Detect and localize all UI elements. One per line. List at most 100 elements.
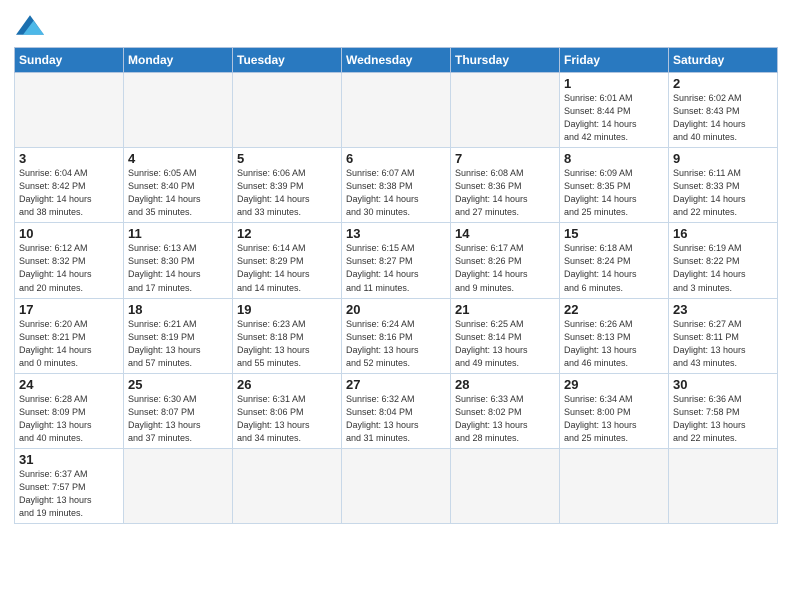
calendar-cell: 17Sunrise: 6:20 AM Sunset: 8:21 PM Dayli… (15, 298, 124, 373)
day-number: 6 (346, 151, 446, 166)
day-info: Sunrise: 6:12 AM Sunset: 8:32 PM Dayligh… (19, 242, 119, 294)
day-info: Sunrise: 6:17 AM Sunset: 8:26 PM Dayligh… (455, 242, 555, 294)
day-number: 28 (455, 377, 555, 392)
calendar-cell: 9Sunrise: 6:11 AM Sunset: 8:33 PM Daylig… (669, 148, 778, 223)
day-info: Sunrise: 6:04 AM Sunset: 8:42 PM Dayligh… (19, 167, 119, 219)
day-info: Sunrise: 6:34 AM Sunset: 8:00 PM Dayligh… (564, 393, 664, 445)
calendar-cell (124, 73, 233, 148)
weekday-friday: Friday (560, 48, 669, 73)
week-row-3: 17Sunrise: 6:20 AM Sunset: 8:21 PM Dayli… (15, 298, 778, 373)
day-number: 8 (564, 151, 664, 166)
day-info: Sunrise: 6:18 AM Sunset: 8:24 PM Dayligh… (564, 242, 664, 294)
day-info: Sunrise: 6:36 AM Sunset: 7:58 PM Dayligh… (673, 393, 773, 445)
week-row-5: 31Sunrise: 6:37 AM Sunset: 7:57 PM Dayli… (15, 448, 778, 523)
day-number: 22 (564, 302, 664, 317)
day-info: Sunrise: 6:02 AM Sunset: 8:43 PM Dayligh… (673, 92, 773, 144)
day-info: Sunrise: 6:24 AM Sunset: 8:16 PM Dayligh… (346, 318, 446, 370)
calendar-cell: 24Sunrise: 6:28 AM Sunset: 8:09 PM Dayli… (15, 373, 124, 448)
calendar-cell: 6Sunrise: 6:07 AM Sunset: 8:38 PM Daylig… (342, 148, 451, 223)
day-number: 27 (346, 377, 446, 392)
day-info: Sunrise: 6:13 AM Sunset: 8:30 PM Dayligh… (128, 242, 228, 294)
day-info: Sunrise: 6:11 AM Sunset: 8:33 PM Dayligh… (673, 167, 773, 219)
day-info: Sunrise: 6:19 AM Sunset: 8:22 PM Dayligh… (673, 242, 773, 294)
calendar-cell (124, 448, 233, 523)
calendar-cell: 5Sunrise: 6:06 AM Sunset: 8:39 PM Daylig… (233, 148, 342, 223)
week-row-2: 10Sunrise: 6:12 AM Sunset: 8:32 PM Dayli… (15, 223, 778, 298)
weekday-thursday: Thursday (451, 48, 560, 73)
logo (14, 14, 44, 41)
calendar-cell (233, 448, 342, 523)
page: SundayMondayTuesdayWednesdayThursdayFrid… (0, 0, 792, 612)
calendar-cell: 1Sunrise: 6:01 AM Sunset: 8:44 PM Daylig… (560, 73, 669, 148)
logo-icon (16, 14, 44, 36)
weekday-sunday: Sunday (15, 48, 124, 73)
day-number: 26 (237, 377, 337, 392)
day-info: Sunrise: 6:20 AM Sunset: 8:21 PM Dayligh… (19, 318, 119, 370)
day-number: 29 (564, 377, 664, 392)
day-info: Sunrise: 6:08 AM Sunset: 8:36 PM Dayligh… (455, 167, 555, 219)
day-info: Sunrise: 6:23 AM Sunset: 8:18 PM Dayligh… (237, 318, 337, 370)
calendar-cell: 23Sunrise: 6:27 AM Sunset: 8:11 PM Dayli… (669, 298, 778, 373)
calendar-cell (15, 73, 124, 148)
day-number: 9 (673, 151, 773, 166)
calendar-cell: 30Sunrise: 6:36 AM Sunset: 7:58 PM Dayli… (669, 373, 778, 448)
day-number: 21 (455, 302, 555, 317)
calendar-cell: 20Sunrise: 6:24 AM Sunset: 8:16 PM Dayli… (342, 298, 451, 373)
calendar-cell (233, 73, 342, 148)
day-number: 10 (19, 226, 119, 241)
weekday-tuesday: Tuesday (233, 48, 342, 73)
day-info: Sunrise: 6:33 AM Sunset: 8:02 PM Dayligh… (455, 393, 555, 445)
calendar-cell: 3Sunrise: 6:04 AM Sunset: 8:42 PM Daylig… (15, 148, 124, 223)
day-number: 5 (237, 151, 337, 166)
calendar-cell: 8Sunrise: 6:09 AM Sunset: 8:35 PM Daylig… (560, 148, 669, 223)
day-number: 17 (19, 302, 119, 317)
day-number: 19 (237, 302, 337, 317)
day-number: 31 (19, 452, 119, 467)
day-number: 25 (128, 377, 228, 392)
day-info: Sunrise: 6:07 AM Sunset: 8:38 PM Dayligh… (346, 167, 446, 219)
calendar-cell: 25Sunrise: 6:30 AM Sunset: 8:07 PM Dayli… (124, 373, 233, 448)
calendar-cell: 21Sunrise: 6:25 AM Sunset: 8:14 PM Dayli… (451, 298, 560, 373)
calendar-cell: 31Sunrise: 6:37 AM Sunset: 7:57 PM Dayli… (15, 448, 124, 523)
calendar-cell: 16Sunrise: 6:19 AM Sunset: 8:22 PM Dayli… (669, 223, 778, 298)
calendar-cell (451, 73, 560, 148)
day-number: 13 (346, 226, 446, 241)
week-row-0: 1Sunrise: 6:01 AM Sunset: 8:44 PM Daylig… (15, 73, 778, 148)
day-info: Sunrise: 6:30 AM Sunset: 8:07 PM Dayligh… (128, 393, 228, 445)
day-number: 16 (673, 226, 773, 241)
day-info: Sunrise: 6:06 AM Sunset: 8:39 PM Dayligh… (237, 167, 337, 219)
calendar-cell: 22Sunrise: 6:26 AM Sunset: 8:13 PM Dayli… (560, 298, 669, 373)
day-number: 12 (237, 226, 337, 241)
week-row-4: 24Sunrise: 6:28 AM Sunset: 8:09 PM Dayli… (15, 373, 778, 448)
calendar-cell: 7Sunrise: 6:08 AM Sunset: 8:36 PM Daylig… (451, 148, 560, 223)
day-number: 23 (673, 302, 773, 317)
day-number: 30 (673, 377, 773, 392)
day-info: Sunrise: 6:31 AM Sunset: 8:06 PM Dayligh… (237, 393, 337, 445)
calendar-cell: 15Sunrise: 6:18 AM Sunset: 8:24 PM Dayli… (560, 223, 669, 298)
calendar-cell: 12Sunrise: 6:14 AM Sunset: 8:29 PM Dayli… (233, 223, 342, 298)
calendar-cell (342, 73, 451, 148)
calendar-cell (342, 448, 451, 523)
weekday-wednesday: Wednesday (342, 48, 451, 73)
day-number: 14 (455, 226, 555, 241)
weekday-header-row: SundayMondayTuesdayWednesdayThursdayFrid… (15, 48, 778, 73)
day-info: Sunrise: 6:26 AM Sunset: 8:13 PM Dayligh… (564, 318, 664, 370)
day-number: 2 (673, 76, 773, 91)
day-info: Sunrise: 6:32 AM Sunset: 8:04 PM Dayligh… (346, 393, 446, 445)
weekday-saturday: Saturday (669, 48, 778, 73)
calendar-cell: 10Sunrise: 6:12 AM Sunset: 8:32 PM Dayli… (15, 223, 124, 298)
calendar-cell: 14Sunrise: 6:17 AM Sunset: 8:26 PM Dayli… (451, 223, 560, 298)
calendar-cell: 26Sunrise: 6:31 AM Sunset: 8:06 PM Dayli… (233, 373, 342, 448)
day-info: Sunrise: 6:14 AM Sunset: 8:29 PM Dayligh… (237, 242, 337, 294)
calendar-cell: 29Sunrise: 6:34 AM Sunset: 8:00 PM Dayli… (560, 373, 669, 448)
calendar-cell: 18Sunrise: 6:21 AM Sunset: 8:19 PM Dayli… (124, 298, 233, 373)
calendar-cell (560, 448, 669, 523)
day-info: Sunrise: 6:25 AM Sunset: 8:14 PM Dayligh… (455, 318, 555, 370)
calendar-cell: 19Sunrise: 6:23 AM Sunset: 8:18 PM Dayli… (233, 298, 342, 373)
day-number: 20 (346, 302, 446, 317)
calendar-cell: 4Sunrise: 6:05 AM Sunset: 8:40 PM Daylig… (124, 148, 233, 223)
day-info: Sunrise: 6:28 AM Sunset: 8:09 PM Dayligh… (19, 393, 119, 445)
calendar-cell: 13Sunrise: 6:15 AM Sunset: 8:27 PM Dayli… (342, 223, 451, 298)
day-number: 24 (19, 377, 119, 392)
week-row-1: 3Sunrise: 6:04 AM Sunset: 8:42 PM Daylig… (15, 148, 778, 223)
